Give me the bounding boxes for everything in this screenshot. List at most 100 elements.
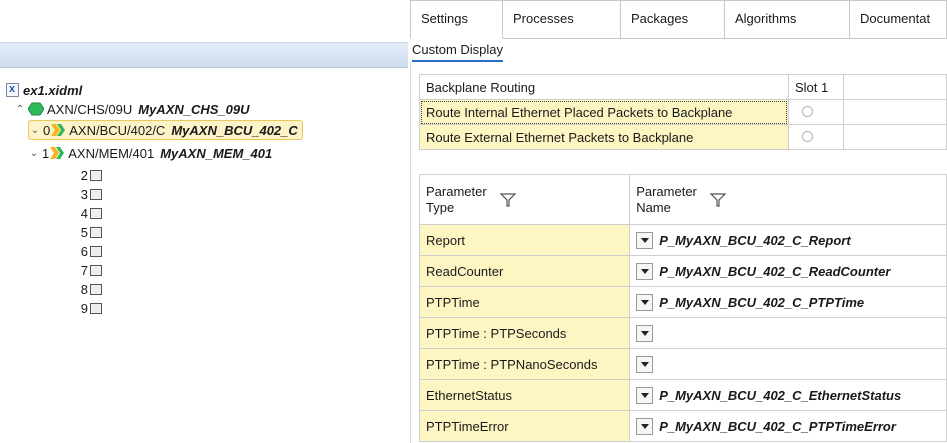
tree-item-slot-3[interactable]: 3: [78, 184, 102, 204]
tab-packages[interactable]: Packages: [621, 0, 725, 39]
slot-1-cell: [787, 124, 845, 150]
table-row: Route External Ethernet Packets to Backp…: [419, 124, 947, 150]
dropdown-arrow-icon[interactable]: [636, 386, 654, 404]
collapse-arrow-icon[interactable]: ⌃: [14, 104, 26, 115]
tab-settings[interactable]: Settings: [410, 0, 503, 39]
module-path: AXN/BCU/402/C: [69, 122, 166, 138]
tree-item-slot-9[interactable]: 9: [78, 298, 102, 318]
slot-number: 6: [80, 243, 88, 259]
module-name: MyAXN_BCU_402_C: [171, 122, 298, 138]
table-row: PTPTimeError P_MyAXN_BCU_402_C_PTPTimeEr…: [418, 410, 947, 442]
filter-icon[interactable]: [500, 192, 516, 207]
tab-documentation[interactable]: Documentat: [850, 0, 947, 39]
tree-item-slot-6[interactable]: 6: [78, 241, 102, 261]
dropdown-arrow-icon[interactable]: [636, 355, 654, 373]
tab-processes[interactable]: Processes: [503, 0, 621, 39]
dropdown-arrow-icon[interactable]: [636, 231, 654, 249]
parameters-table: Parameter Type Parameter Name Report P_M…: [418, 174, 947, 442]
panel-divider: [410, 62, 411, 443]
parameter-name-value[interactable]: P_MyAXN_BCU_402_C_EthernetStatus: [659, 388, 901, 403]
parameter-name-value[interactable]: P_MyAXN_BCU_402_C_Report: [659, 233, 850, 248]
settings-tab-strip: Settings Processes Packages Algorithms D…: [410, 0, 947, 39]
parameter-name-cell: P_MyAXN_BCU_402_C_Report: [629, 224, 947, 256]
parameter-name-cell: P_MyAXN_BCU_402_C_ReadCounter: [629, 255, 947, 287]
backplane-option-label: Route Internal Ethernet Placed Packets t…: [419, 99, 789, 125]
tree-item-slot-4[interactable]: 4: [78, 203, 102, 223]
tree-item-slot-7[interactable]: 7: [78, 260, 102, 280]
slot-number: 3: [80, 186, 88, 202]
empty-slot-icon: [90, 302, 102, 314]
parameter-name-header[interactable]: Parameter Name: [629, 174, 947, 225]
module-chevron-icon: [51, 124, 66, 136]
parameter-name-cell: [629, 317, 947, 349]
expand-arrow-icon[interactable]: ⌄: [29, 125, 41, 136]
parameter-type-label: Parameter Type: [426, 183, 487, 215]
parameter-name-cell: P_MyAXN_BCU_402_C_PTPTime: [629, 286, 947, 318]
slot-number: 1: [42, 145, 50, 161]
slot-1-radio[interactable]: [801, 130, 813, 142]
module-path: AXN/MEM/401: [68, 145, 155, 161]
tree-item-slot-1[interactable]: ⌄ 1 AXN/MEM/401 MyAXN_MEM_401: [28, 143, 272, 163]
table-row: PTPTime : PTPNanoSeconds: [418, 348, 947, 380]
parameter-name-value[interactable]: P_MyAXN_BCU_402_C_ReadCounter: [659, 264, 890, 279]
tree-root-label: ex1.xidml: [23, 82, 83, 98]
slot-number: 9: [80, 300, 88, 316]
empty-slot-icon: [90, 245, 102, 257]
tree-item-slot-8[interactable]: 8: [78, 279, 102, 299]
dropdown-arrow-icon[interactable]: [636, 417, 654, 435]
slot-number: 7: [80, 262, 88, 278]
table-row: EthernetStatus P_MyAXN_BCU_402_C_Etherne…: [418, 379, 947, 411]
slot-number: 2: [80, 167, 88, 183]
slot-number: 5: [80, 224, 88, 240]
empty-slot-icon: [90, 226, 102, 238]
slot-1-radio[interactable]: [801, 105, 813, 117]
dropdown-arrow-icon[interactable]: [636, 324, 654, 342]
table-row: ReadCounter P_MyAXN_BCU_402_C_ReadCounte…: [418, 255, 947, 287]
chassis-name: MyAXN_CHS_09U: [138, 101, 250, 117]
backplane-header: Backplane Routing: [419, 74, 789, 100]
tree-item-slot-2[interactable]: 2: [78, 165, 102, 185]
tree-item-slot-0[interactable]: ⌄ 0 AXN/BCU/402/C MyAXN_BCU_402_C: [28, 120, 303, 140]
parameter-name-cell: P_MyAXN_BCU_402_C_EthernetStatus: [629, 379, 947, 411]
parameter-type-cell: ReadCounter: [418, 255, 631, 287]
module-name: MyAXN_MEM_401: [160, 145, 273, 161]
table-row: PTPTime P_MyAXN_BCU_402_C_PTPTime: [418, 286, 947, 318]
slot-1-header: Slot 1: [787, 74, 845, 100]
tree-panel-header: [0, 42, 408, 68]
tree-item-slot-5[interactable]: 5: [78, 222, 102, 242]
dropdown-arrow-icon[interactable]: [636, 293, 654, 311]
parameter-type-header[interactable]: Parameter Type: [418, 174, 631, 225]
slot-number: 8: [80, 281, 88, 297]
empty-slot-icon: [90, 188, 102, 200]
parameter-type-cell: Report: [418, 224, 631, 256]
subtab-custom-display[interactable]: Custom Display: [412, 40, 504, 62]
dropdown-arrow-icon[interactable]: [636, 262, 654, 280]
chassis-hexagon-icon: [28, 102, 44, 116]
tree-root-item[interactable]: ex1.xidml: [6, 80, 82, 100]
slot-number: 4: [80, 205, 88, 221]
table-row: PTPTime : PTPSeconds: [418, 317, 947, 349]
parameter-name-label: Parameter Name: [636, 183, 697, 215]
expand-arrow-icon[interactable]: ⌄: [28, 148, 40, 159]
parameter-type-cell: PTPTime : PTPNanoSeconds: [418, 348, 631, 380]
tab-algorithms[interactable]: Algorithms: [725, 0, 850, 39]
table-row: Report P_MyAXN_BCU_402_C_Report: [418, 224, 947, 256]
empty-slot-icon: [90, 207, 102, 219]
backplane-routing-table: Backplane Routing Slot 1 Route Internal …: [419, 74, 947, 150]
empty-slot-icon: [90, 264, 102, 276]
project-tree-panel: ex1.xidml ⌃ AXN/CHS/09U MyAXN_CHS_09U ⌄ …: [0, 0, 408, 443]
slot-1-cell: [787, 99, 845, 125]
filter-icon[interactable]: [710, 192, 727, 207]
backplane-option-label: Route External Ethernet Packets to Backp…: [419, 124, 789, 150]
parameter-type-cell: PTPTimeError: [418, 410, 631, 442]
xidml-file-icon: [6, 83, 19, 97]
empty-header: [843, 74, 947, 100]
parameter-name-cell: P_MyAXN_BCU_402_C_PTPTimeError: [629, 410, 947, 442]
parameter-type-cell: PTPTime : PTPSeconds: [418, 317, 631, 349]
table-row: Route Internal Ethernet Placed Packets t…: [419, 99, 947, 125]
tree-item-chassis[interactable]: ⌃ AXN/CHS/09U MyAXN_CHS_09U: [14, 99, 250, 119]
parameter-name-value[interactable]: P_MyAXN_BCU_402_C_PTPTimeError: [659, 419, 896, 434]
slot-number: 0: [43, 122, 51, 138]
parameter-name-value[interactable]: P_MyAXN_BCU_402_C_PTPTime: [659, 295, 864, 310]
parameter-type-cell: EthernetStatus: [418, 379, 631, 411]
